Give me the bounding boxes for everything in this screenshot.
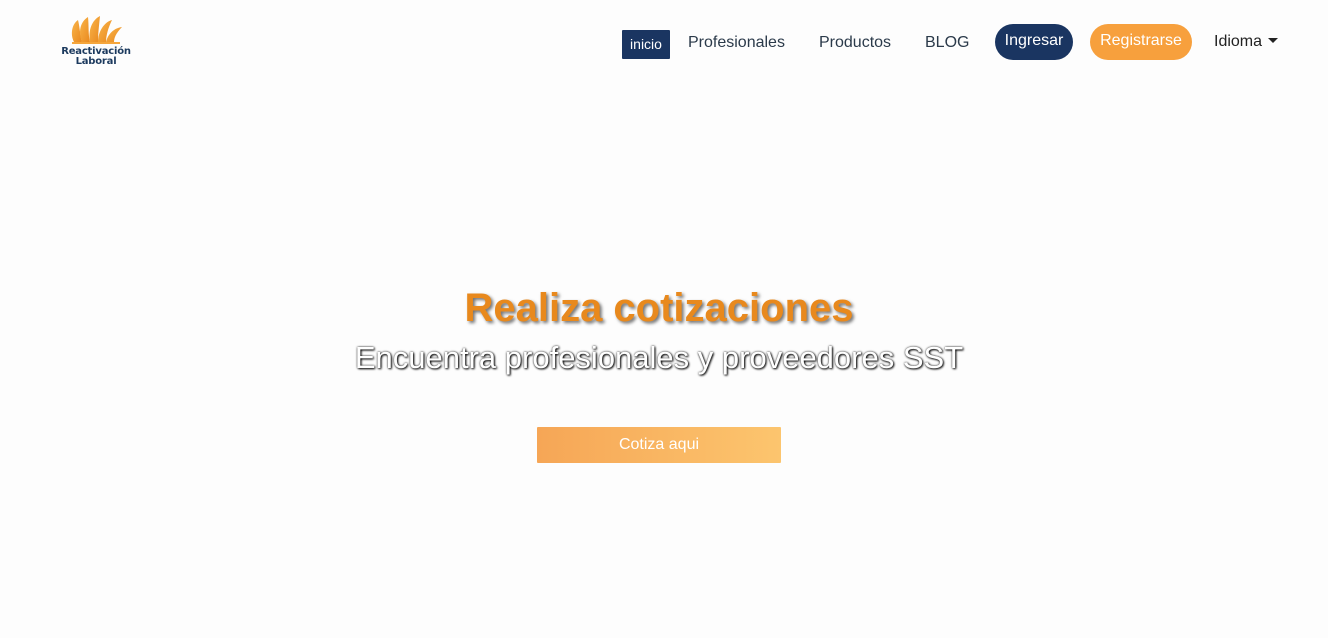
brand-logo[interactable]: Reactivación Laboral [56, 14, 136, 72]
hero-subtitle: Encuentra profesionales y proveedores SS… [354, 340, 964, 375]
register-button[interactable]: Registrarse [1090, 24, 1192, 60]
brand-name-line2: Laboral [75, 56, 117, 67]
nav-link-productos[interactable]: Productos [819, 34, 891, 52]
caret-down-icon [1268, 38, 1279, 43]
nav-link-profesionales[interactable]: Profesionales [688, 34, 785, 52]
nav-link-inicio[interactable]: inicio [622, 30, 670, 59]
login-button[interactable]: Ingresar [995, 24, 1073, 60]
brand-name: Reactivación Laboral [56, 47, 136, 67]
language-dropdown-label: Idioma [1214, 33, 1263, 50]
quote-button[interactable]: Cotiza aqui [537, 427, 781, 463]
language-dropdown[interactable]: Idioma [1214, 33, 1279, 51]
nav-link-blog[interactable]: BLOG [925, 34, 969, 52]
navbar: Reactivación Laboral inicio Profesionale… [0, 0, 1328, 86]
sunburst-fan-icon [71, 16, 122, 44]
hero-title: Realiza cotizaciones [464, 286, 854, 330]
